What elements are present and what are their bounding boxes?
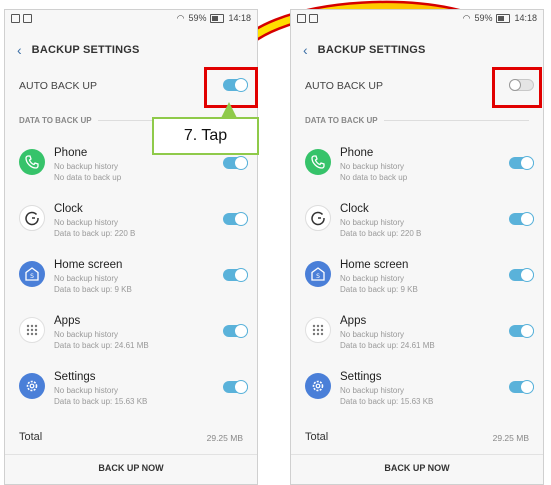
svg-text:S: S bbox=[30, 273, 34, 280]
section-label: DATA TO BACK UP bbox=[19, 116, 92, 125]
gear-icon bbox=[305, 373, 331, 399]
item-toggle[interactable] bbox=[509, 156, 534, 170]
back-arrow-icon[interactable]: ‹ bbox=[17, 42, 22, 58]
auto-backup-label: AUTO BACK UP bbox=[305, 80, 383, 92]
list-item-settings[interactable]: Settings No backup history Data to back … bbox=[305, 371, 535, 415]
divider bbox=[5, 454, 257, 455]
status-bar: ◠ 59% 14:18 bbox=[291, 10, 543, 26]
item-name: Home screen bbox=[340, 259, 409, 271]
auto-backup-label: AUTO BACK UP bbox=[19, 80, 97, 92]
item-name: Settings bbox=[340, 371, 382, 383]
page-title: BACKUP SETTINGS bbox=[31, 44, 140, 56]
list-item-clock[interactable]: Clock No backup history Data to back up:… bbox=[305, 203, 535, 247]
item-data-size: Data to back up: 24.61 MB bbox=[54, 341, 149, 350]
clock-time: 14:18 bbox=[514, 13, 537, 23]
list-item-apps[interactable]: Apps No backup history Data to back up: … bbox=[305, 315, 535, 359]
item-history: No backup history bbox=[340, 218, 405, 227]
divider bbox=[291, 454, 543, 455]
item-toggle[interactable] bbox=[223, 156, 248, 170]
item-toggle[interactable] bbox=[509, 268, 534, 282]
battery-percent: 59% bbox=[474, 13, 493, 23]
item-history: No backup history bbox=[54, 386, 119, 395]
item-toggle[interactable] bbox=[223, 268, 248, 282]
svg-text:S: S bbox=[316, 273, 320, 280]
clock-icon bbox=[305, 205, 331, 231]
clock-icon bbox=[19, 205, 45, 231]
phone-icon bbox=[305, 149, 331, 175]
item-data-size: Data to back up: 9 KB bbox=[340, 285, 418, 294]
status-bar: ◠ 59% 14:18 bbox=[5, 10, 257, 26]
item-data-size: No data to back up bbox=[54, 173, 122, 182]
item-name: Clock bbox=[340, 203, 369, 215]
list-item-home-screen[interactable]: S Home screen No backup history Data to … bbox=[305, 259, 535, 303]
item-data-size: Data to back up: 9 KB bbox=[54, 285, 132, 294]
list-item-clock[interactable]: Clock No backup history Data to back up:… bbox=[19, 203, 249, 247]
total-label: Total bbox=[305, 431, 329, 443]
total-value: 29.25 MB bbox=[206, 433, 243, 443]
item-history: No backup history bbox=[54, 274, 119, 283]
list-item-phone[interactable]: Phone No backup history No data to back … bbox=[305, 147, 535, 191]
item-toggle[interactable] bbox=[223, 324, 248, 338]
divider bbox=[383, 120, 529, 121]
list-item-apps[interactable]: Apps No backup history Data to back up: … bbox=[19, 315, 249, 359]
back-up-now-button[interactable]: BACK UP NOW bbox=[5, 463, 257, 473]
item-history: No backup history bbox=[54, 330, 119, 339]
notification-icon bbox=[297, 13, 306, 23]
page-title: BACKUP SETTINGS bbox=[317, 44, 426, 56]
item-data-size: Data to back up: 24.61 MB bbox=[340, 341, 435, 350]
list-item-home-screen[interactable]: S Home screen No backup history Data to … bbox=[19, 259, 249, 303]
battery-icon bbox=[496, 13, 511, 23]
item-data-size: Data to back up: 220 B bbox=[54, 229, 136, 238]
item-history: No backup history bbox=[340, 274, 405, 283]
item-name: Apps bbox=[340, 315, 367, 327]
highlight-box-after bbox=[492, 67, 542, 108]
callout-pointer bbox=[221, 102, 237, 118]
item-data-size: Data to back up: 15.63 KB bbox=[54, 397, 148, 406]
home-screen-icon: S bbox=[305, 261, 331, 287]
step-callout: 7. Tap bbox=[152, 117, 259, 155]
apps-grid-icon bbox=[305, 317, 331, 343]
item-toggle[interactable] bbox=[509, 380, 534, 394]
phone-icon bbox=[19, 149, 45, 175]
item-name: Phone bbox=[340, 147, 374, 159]
item-toggle[interactable] bbox=[509, 324, 534, 338]
item-history: No backup history bbox=[340, 162, 405, 171]
battery-percent: 59% bbox=[188, 13, 207, 23]
item-data-size: Data to back up: 220 B bbox=[340, 229, 422, 238]
apps-grid-icon bbox=[19, 317, 45, 343]
item-name: Apps bbox=[54, 315, 81, 327]
item-history: No backup history bbox=[54, 218, 119, 227]
item-toggle[interactable] bbox=[509, 212, 534, 226]
home-screen-icon: S bbox=[19, 261, 45, 287]
back-up-now-button[interactable]: BACK UP NOW bbox=[291, 463, 543, 473]
item-name: Settings bbox=[54, 371, 96, 383]
item-toggle[interactable] bbox=[223, 380, 248, 394]
notification-icon bbox=[23, 13, 32, 23]
battery-icon bbox=[210, 13, 225, 23]
notification-icon bbox=[309, 13, 318, 23]
item-history: No backup history bbox=[340, 330, 405, 339]
wifi-icon: ◠ bbox=[176, 12, 185, 23]
item-data-size: Data to back up: 15.63 KB bbox=[340, 397, 434, 406]
item-history: No backup history bbox=[340, 386, 405, 395]
item-name: Phone bbox=[54, 147, 88, 159]
total-label: Total bbox=[19, 431, 43, 443]
item-data-size: No data to back up bbox=[340, 173, 408, 182]
item-name: Clock bbox=[54, 203, 83, 215]
total-value: 29.25 MB bbox=[492, 433, 529, 443]
clock-time: 14:18 bbox=[228, 13, 251, 23]
back-arrow-icon[interactable]: ‹ bbox=[303, 42, 308, 58]
item-toggle[interactable] bbox=[223, 212, 248, 226]
item-history: No backup history bbox=[54, 162, 119, 171]
wifi-icon: ◠ bbox=[462, 12, 471, 23]
notification-icon bbox=[11, 13, 20, 23]
item-name: Home screen bbox=[54, 259, 123, 271]
section-label: DATA TO BACK UP bbox=[305, 116, 378, 125]
list-item-settings[interactable]: Settings No backup history Data to back … bbox=[19, 371, 249, 415]
section-header: DATA TO BACK UP bbox=[305, 116, 529, 125]
gear-icon bbox=[19, 373, 45, 399]
